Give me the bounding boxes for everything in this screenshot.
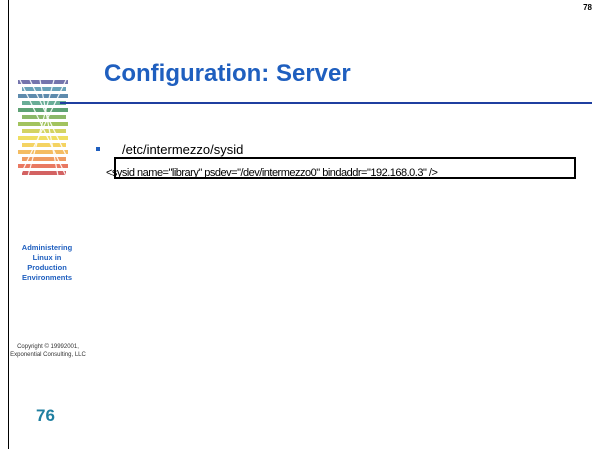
slide-number: 76 bbox=[36, 406, 55, 425]
caption-line: Linux in bbox=[32, 253, 62, 262]
bullet-square-icon bbox=[96, 146, 100, 151]
course-caption: Administering Linux in Production Enviro… bbox=[14, 243, 80, 283]
copyright-line: Copyright © 19992001, bbox=[17, 344, 79, 350]
caption-line: Production bbox=[27, 263, 67, 272]
slide-title: Configuration: Server bbox=[104, 60, 351, 87]
caption-line: Administering bbox=[21, 243, 73, 252]
config-code-line: <sysid name="library" psdev="/dev/interm… bbox=[106, 167, 438, 179]
left-frame-line bbox=[8, 0, 9, 449]
title-underline bbox=[60, 102, 592, 104]
caption-line: Environments bbox=[21, 273, 72, 282]
copyright-line: Exponential Consulting, LLC bbox=[10, 352, 86, 358]
bullet-item: /etc/intermezzo/sysid bbox=[96, 142, 243, 157]
striped-logo-graphic bbox=[18, 80, 74, 177]
copyright-notice: Copyright © 19992001, Exponential Consul… bbox=[0, 343, 96, 359]
bullet-text: /etc/intermezzo/sysid bbox=[122, 142, 244, 157]
corner-page-number: 78 bbox=[583, 3, 592, 12]
